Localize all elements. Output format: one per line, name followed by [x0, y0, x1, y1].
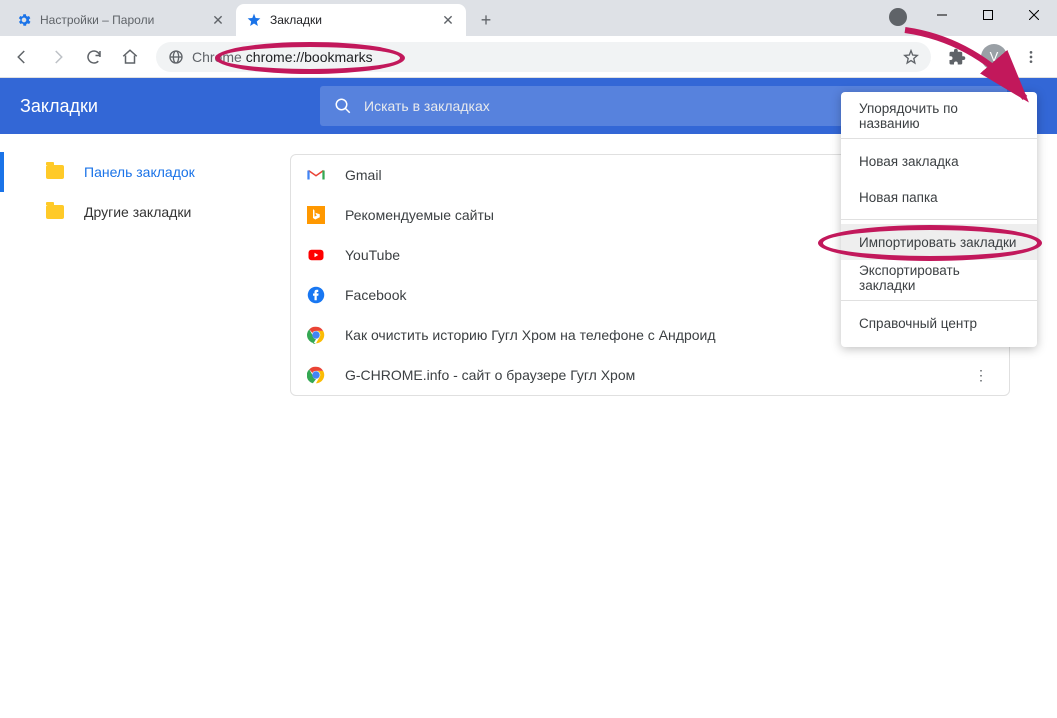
chrome-icon: [307, 326, 325, 344]
gear-icon: [16, 12, 32, 28]
facebook-icon: [307, 286, 325, 304]
close-icon[interactable]: ✕: [210, 12, 226, 28]
sidebar-item-label: Панель закладок: [84, 164, 195, 180]
omnibox-prefix: Chrome: [192, 49, 242, 65]
maximize-button[interactable]: [965, 0, 1011, 30]
sidebar-item-bookmarks-bar[interactable]: Панель закладок: [0, 152, 290, 192]
page-title: Закладки: [0, 96, 320, 117]
folder-icon: [46, 205, 64, 219]
omnibox-url: chrome://bookmarks: [246, 49, 373, 65]
menu-export-bookmarks[interactable]: Экспортировать закладки: [841, 260, 1037, 296]
sidebar-item-label: Другие закладки: [84, 204, 191, 220]
minimize-button[interactable]: [919, 0, 965, 30]
window-titlebar: Настройки – Пароли ✕ Закладки ✕ +: [0, 0, 1057, 36]
menu-separator: [841, 219, 1037, 220]
row-menu-icon[interactable]: ⋮: [969, 367, 993, 384]
tab-title: Закладки: [270, 13, 432, 27]
sidebar: Панель закладок Другие закладки: [0, 134, 290, 718]
home-button[interactable]: [114, 41, 146, 73]
sidebar-item-other-bookmarks[interactable]: Другие закладки: [0, 192, 290, 232]
extension-badge-icon[interactable]: [889, 8, 907, 26]
star-icon: [246, 12, 262, 28]
bing-icon: [307, 206, 325, 224]
menu-separator: [841, 300, 1037, 301]
menu-import-bookmarks[interactable]: Импортировать закладки: [841, 224, 1037, 260]
gmail-icon: [307, 166, 325, 184]
chrome-icon: [307, 366, 325, 384]
browser-toolbar: Chrome chrome://bookmarks V: [0, 36, 1057, 78]
close-window-button[interactable]: [1011, 0, 1057, 30]
forward-button[interactable]: [42, 41, 74, 73]
search-icon: [334, 97, 352, 115]
youtube-icon: [307, 246, 325, 264]
menu-help-center[interactable]: Справочный центр: [841, 305, 1037, 341]
tab-strip: Настройки – Пароли ✕ Закладки ✕ +: [0, 0, 500, 36]
tab-settings-passwords[interactable]: Настройки – Пароли ✕: [6, 4, 236, 36]
close-icon[interactable]: ✕: [440, 12, 456, 28]
bookmark-star-icon[interactable]: [903, 49, 919, 65]
address-bar[interactable]: Chrome chrome://bookmarks: [156, 42, 931, 72]
tab-bookmarks[interactable]: Закладки ✕: [236, 4, 466, 36]
back-button[interactable]: [6, 41, 38, 73]
new-tab-button[interactable]: +: [472, 6, 500, 34]
tab-title: Настройки – Пароли: [40, 13, 202, 27]
folder-icon: [46, 165, 64, 179]
menu-new-bookmark[interactable]: Новая закладка: [841, 143, 1037, 179]
chrome-menu-button[interactable]: [1015, 41, 1047, 73]
bookmark-title: G-CHROME.info - сайт о браузере Гугл Хро…: [345, 367, 949, 383]
bookmarks-context-menu: Упорядочить по названию Новая закладка Н…: [841, 92, 1037, 347]
toolbar-right: V: [941, 41, 1051, 73]
reload-button[interactable]: [78, 41, 110, 73]
menu-sort-by-name[interactable]: Упорядочить по названию: [841, 98, 1037, 134]
search-placeholder: Искать в закладках: [364, 98, 490, 114]
bookmark-row[interactable]: G-CHROME.info - сайт о браузере Гугл Хро…: [291, 355, 1009, 395]
menu-separator: [841, 138, 1037, 139]
site-info-icon: [168, 49, 184, 65]
window-controls: [919, 0, 1057, 30]
menu-new-folder[interactable]: Новая папка: [841, 179, 1037, 215]
extensions-icon[interactable]: [941, 41, 973, 73]
profile-avatar[interactable]: V: [981, 44, 1007, 70]
